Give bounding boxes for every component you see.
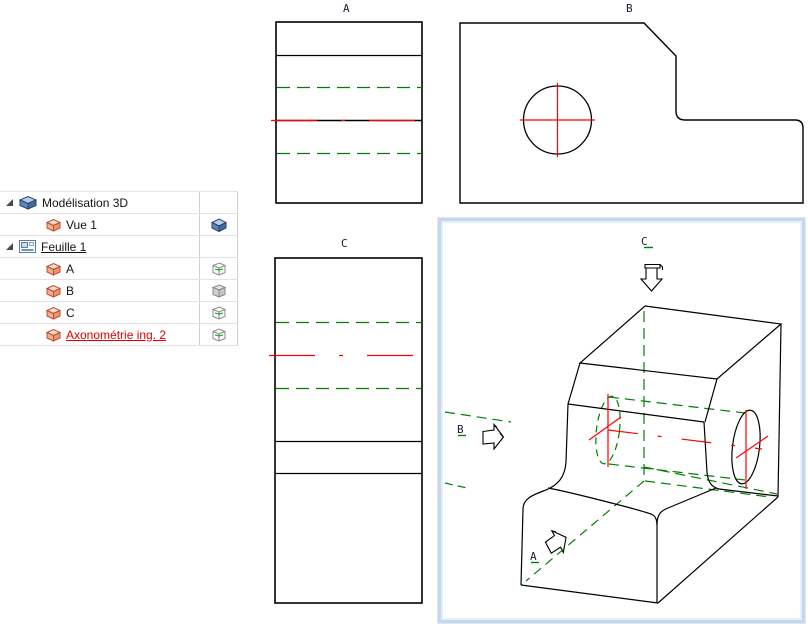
tree-row-view-c[interactable]: C <box>0 302 237 324</box>
view-b-hole-centerlines <box>520 83 595 157</box>
tree-cell: Vue 1 <box>0 214 200 235</box>
tree-cell: A <box>0 258 200 279</box>
expander-triangle-icon[interactable] <box>6 243 13 250</box>
tree-cell-right <box>200 214 237 235</box>
cube-orange-icon <box>46 284 61 298</box>
tree-row-feuille-1[interactable]: Feuille 1 <box>0 236 237 258</box>
cube-orange-svg <box>46 306 61 320</box>
sheet-svg <box>19 240 36 253</box>
cube-solid-blue-svg <box>210 217 227 232</box>
sheet-icon <box>19 240 36 253</box>
cube-wire-svg <box>212 305 225 320</box>
view-c-outline <box>274 257 423 604</box>
cube-orange-icon <box>46 262 61 276</box>
svg-text:B: B <box>457 423 464 436</box>
cube-wire-green-icon[interactable] <box>211 261 227 277</box>
cube-solid-blue-icon[interactable] <box>210 217 227 232</box>
drawing-view-axonometric[interactable]: C B A <box>437 217 806 624</box>
view-a-svg: A <box>271 2 428 204</box>
cube-orange-icon <box>46 328 61 342</box>
tree-row-label: C <box>66 305 75 320</box>
tree-row-view-b[interactable]: B <box>0 280 237 302</box>
tree-cell: Axonométrie ing. 2 <box>0 324 200 345</box>
axon-direction-label-b: B <box>457 423 466 437</box>
axon-centerlines <box>588 394 769 489</box>
tree-row-label: B <box>66 283 75 298</box>
cube-orange-icon <box>46 306 61 320</box>
view-a-outline <box>275 21 423 204</box>
cube-wire-svg <box>212 327 225 342</box>
document-tree-panel: Modélisation 3D Vue 1 Feuille 1 A B C Ax… <box>0 191 238 346</box>
view-c-edge-lines <box>275 440 422 475</box>
tree-row-label: A <box>66 261 75 276</box>
view-b-outline <box>459 22 804 204</box>
svg-text:C: C <box>641 235 648 248</box>
cube-orange-svg <box>46 328 61 342</box>
tree-row-label: Feuille 1 <box>41 239 87 254</box>
tree-row-vue-1[interactable]: Vue 1 <box>0 214 237 236</box>
view-direction-arrow-a-icon <box>544 529 567 555</box>
tree-cell: C <box>0 302 200 323</box>
tree-cell-right <box>200 302 237 323</box>
view-b-label: B <box>626 2 633 15</box>
tree-cell: Feuille 1 <box>0 236 200 257</box>
drawing-view-a[interactable]: A <box>260 0 435 212</box>
view-direction-arrow-right-icon <box>482 422 505 451</box>
view-c-svg: C <box>269 237 428 604</box>
cube-wire-gray-svg <box>211 283 226 298</box>
axon-direction-label-c: C <box>641 235 653 249</box>
cube-wire-green-icon[interactable] <box>211 327 227 343</box>
cube-orange-icon <box>46 218 61 232</box>
tree-row-axonometrie[interactable]: Axonométrie ing. 2 <box>0 324 237 346</box>
cube-orange-svg <box>46 262 61 276</box>
view-c-label: C <box>341 237 348 250</box>
axon-direction-label-a: A <box>530 550 539 564</box>
tree-row-view-a[interactable]: A <box>0 258 237 280</box>
cube-orange-svg <box>46 284 61 298</box>
tree-cell: Modélisation 3D <box>0 192 200 213</box>
cube-orange-svg <box>46 218 61 232</box>
drawing-view-c[interactable]: C <box>260 228 435 620</box>
tree-row-label: Vue 1 <box>66 217 97 232</box>
expander-triangle-icon[interactable] <box>6 199 13 206</box>
view-a-label: A <box>343 2 350 15</box>
tree-cell-right <box>200 236 237 257</box>
tree-row-modelisation-3d[interactable]: Modélisation 3D <box>0 192 237 214</box>
cube-wire-green-icon[interactable] <box>211 305 227 321</box>
axon-hidden-lines <box>444 311 778 582</box>
cube-wire-gray-icon[interactable] <box>211 283 227 299</box>
drawing-view-b[interactable]: B <box>440 0 808 212</box>
cube-3d-blue-icon <box>19 195 37 210</box>
tree-cell-right <box>200 324 237 345</box>
tree-row-label-selected: Axonométrie ing. 2 <box>66 327 167 342</box>
cube-3d-blue-svg <box>19 195 37 210</box>
svg-text:A: A <box>530 550 537 563</box>
cube-wire-svg <box>212 261 225 276</box>
tree-cell-right <box>200 280 237 301</box>
tree-cell: B <box>0 280 200 301</box>
axon-svg: C B A <box>444 235 783 604</box>
tree-cell-right <box>200 258 237 279</box>
view-direction-arrow-down-icon <box>639 263 664 292</box>
tree-cell-right <box>200 192 237 213</box>
view-b-svg: B <box>459 2 804 204</box>
tree-row-label: Modélisation 3D <box>42 195 129 210</box>
